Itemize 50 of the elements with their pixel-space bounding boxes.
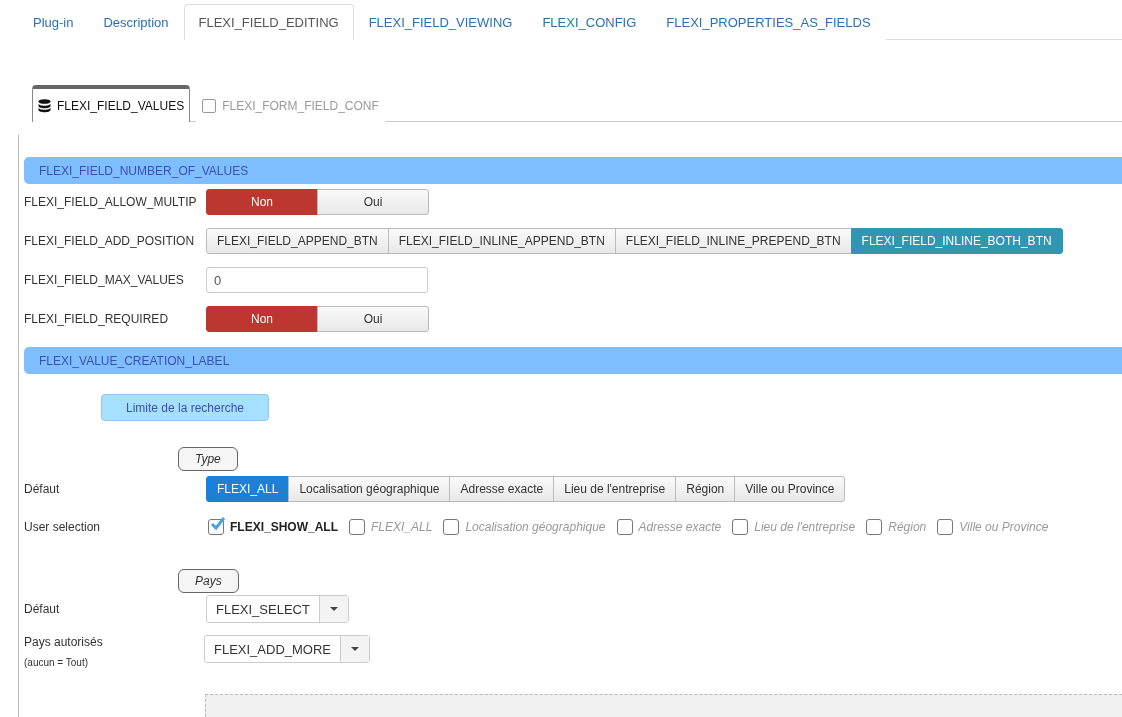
input-field[interactable]: 0 xyxy=(206,267,428,293)
field-label: User selection xyxy=(24,520,102,534)
checked-checkbox[interactable] xyxy=(208,519,224,535)
checkbox-label: Adresse exacte xyxy=(638,520,722,534)
field-label: FLEXI_FIELD_REQUIRED xyxy=(24,312,170,326)
checkbox-label: FLEXI_ALL xyxy=(371,520,433,534)
field-label: Pays autorisés xyxy=(24,635,104,649)
option-button[interactable]: FLEXI_ALL xyxy=(206,476,290,502)
square-icon xyxy=(202,98,217,113)
checkbox[interactable] xyxy=(349,519,365,535)
dropdown[interactable]: FLEXI_SELECT xyxy=(206,595,349,623)
search-limit-button[interactable]: Limite de la recherche xyxy=(101,394,269,421)
group-legend: Type xyxy=(178,447,238,471)
option-button[interactable]: Oui xyxy=(317,189,429,215)
dropdown[interactable]: FLEXI_ADD_MORE xyxy=(204,635,371,663)
checkbox[interactable] xyxy=(616,519,633,535)
checkbox[interactable] xyxy=(443,519,460,535)
checkbox-label: Région xyxy=(888,520,927,534)
option-button[interactable]: Non xyxy=(206,189,318,215)
checkbox[interactable] xyxy=(732,519,749,535)
section-header: FLEXI_VALUE_CREATION_LABEL xyxy=(24,347,1122,374)
field-note: (aucun = Tout) xyxy=(24,657,90,668)
caret-icon xyxy=(329,607,338,611)
checkbox-label: FLEXI_SHOW_ALL xyxy=(230,520,338,534)
option-button[interactable]: Ville ou Province xyxy=(734,476,846,502)
checkbox-label: Lieu de l'entreprise xyxy=(754,520,856,534)
field-label: FLEXI_FIELD_MAX_VALUES xyxy=(24,273,185,287)
option-button[interactable]: Région xyxy=(675,476,736,502)
checkbox[interactable] xyxy=(937,519,954,535)
database-icon xyxy=(38,98,51,113)
tab[interactable]: FLEXI_FIELD_EDITING xyxy=(183,4,354,40)
caret-icon xyxy=(351,647,360,651)
option-button[interactable]: FLEXI_FIELD_INLINE_PREPEND_BTN xyxy=(614,228,852,254)
field-label: FLEXI_FIELD_ALLOW_MULTIP xyxy=(24,195,198,209)
checkbox[interactable] xyxy=(866,519,883,535)
section-header: FLEXI_FIELD_NUMBER_OF_VALUES xyxy=(24,157,1122,184)
field-label: Défaut xyxy=(24,602,61,616)
option-button[interactable]: Localisation géographique xyxy=(288,476,451,502)
option-button[interactable]: Adresse exacte xyxy=(449,476,555,502)
group-legend: Pays xyxy=(178,569,239,593)
checkbox-label: Ville ou Province xyxy=(959,520,1049,534)
option-button[interactable]: Oui xyxy=(317,306,429,332)
option-button[interactable]: FLEXI_FIELD_INLINE_APPEND_BTN xyxy=(387,228,616,254)
option-button[interactable]: Non xyxy=(206,306,318,332)
option-button[interactable]: Lieu de l'entreprise xyxy=(553,476,677,502)
field-label: FLEXI_FIELD_ADD_POSITION xyxy=(24,234,196,248)
sub-tab[interactable]: FLEXI_FIELD_VALUES xyxy=(32,85,191,122)
checkbox-label: Localisation géographique xyxy=(465,520,606,534)
option-button[interactable]: FLEXI_FIELD_APPEND_BTN xyxy=(206,228,389,254)
field-label: Défaut xyxy=(24,482,61,496)
